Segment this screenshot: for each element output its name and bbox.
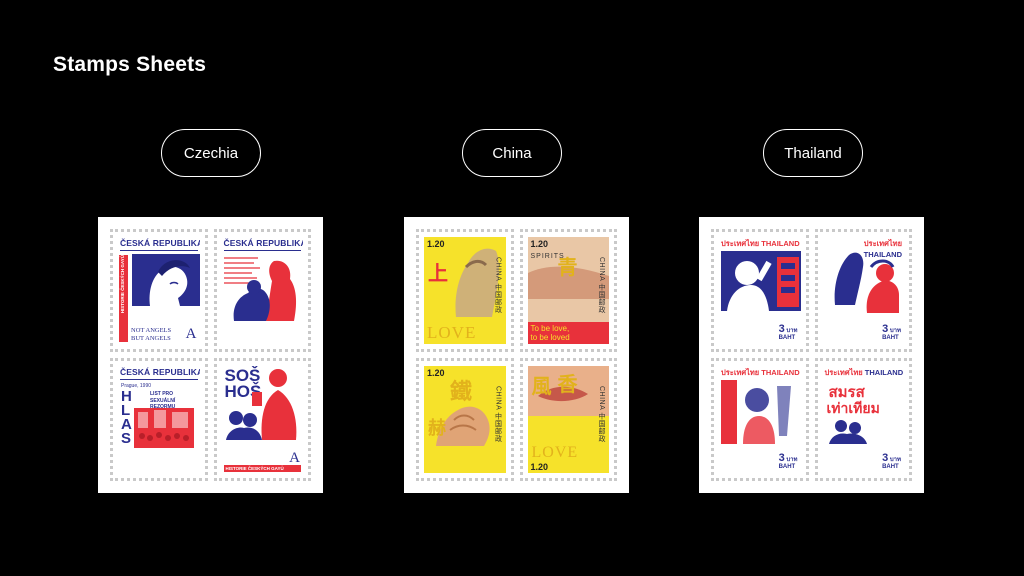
stamp-value: A <box>185 455 197 471</box>
value-unit-english: BAHT <box>778 335 796 341</box>
stamp-price: 1.20 <box>530 239 549 249</box>
calligraphy-glyph: 青 <box>557 255 578 279</box>
czechia-stamp-4[interactable]: SOŠ HOŠ HISTORIE ČESKÝCH GAYŮ A <box>213 358 311 481</box>
crowd-illustration <box>134 408 194 448</box>
czechia-stamp-2[interactable]: ČESKÁ REPUBLIKA A <box>213 229 311 352</box>
stamp-value: 3 บาท BAHT <box>882 323 901 342</box>
value-unit-thai: บาท <box>889 457 901 463</box>
caption-line-1: LIST PRO <box>150 391 174 397</box>
czechia-stamp-1[interactable]: ČESKÁ REPUBLIKA HISTORIE ČESKÝCH GAYŮ NO… <box>110 229 208 352</box>
stamp-country: CHINA 中国邮政 <box>598 257 605 314</box>
china-stamp-1[interactable]: 1.20 上 LOVE CHINA 中国邮政 <box>416 229 514 352</box>
slogan-line-1: NOT ANGELS <box>131 326 172 334</box>
stamp-price: 1.20 <box>427 368 445 378</box>
stamp-value: A <box>185 326 197 342</box>
stamp-price: 1.20 <box>427 239 445 249</box>
value-number: 3 <box>778 323 785 335</box>
stamp-value: A <box>289 450 300 466</box>
value-unit-english: BAHT <box>778 464 796 470</box>
love-text: LOVE <box>427 323 477 342</box>
china-stamp-4[interactable]: 風 香 LOVE 1.20 CHINA 中国邮政 <box>519 358 617 481</box>
value-number: 3 <box>882 452 889 464</box>
tab-czechia[interactable]: Czechia <box>161 129 261 177</box>
page-title: Stamps Sheets <box>53 53 207 76</box>
athletes-illustration <box>834 252 899 313</box>
drinking-figure-illustration <box>721 251 801 311</box>
couple-blue-illustration <box>225 411 262 440</box>
value-unit-english: BAHT <box>882 464 899 470</box>
portrait-illustration <box>132 254 200 306</box>
thailand-stamp-4[interactable]: ประเทศไทย THAILAND สมรส เท่าเทียม 3 บาท … <box>814 358 912 481</box>
value-number: 3 <box>778 452 785 464</box>
header-thai: ประเทศไทย <box>721 239 760 248</box>
title-line-2: เท่าเทียม <box>826 401 880 417</box>
china-stamp-3[interactable]: 1.20 鐵 赫 CHINA 中国邮政 <box>416 358 514 481</box>
caption-line-1: To be love, <box>530 324 570 333</box>
china-stamp-sheet[interactable]: 1.20 上 LOVE CHINA 中国邮政 1.20 SPIRITS 青 To… <box>404 217 629 493</box>
calligraphy-glyph: 赫 <box>428 418 446 439</box>
stamp-header: ČESKÁ REPUBLIKA <box>120 367 200 380</box>
czechia-stamp-sheet[interactable]: ČESKÁ REPUBLIKA HISTORIE ČESKÝCH GAYŮ NO… <box>98 217 323 493</box>
thailand-stamp-3[interactable]: ประเทศไทย THAILAND 3 บาท BAHT <box>711 358 809 481</box>
thailand-stamp-2[interactable]: ประเทศไทย THAILAND 3 บาท BAHT <box>814 229 912 352</box>
portrait-illustration <box>721 380 791 444</box>
value-unit-english: BAHT <box>882 335 899 341</box>
stamp-country: CHINA 中国邮政 <box>598 386 605 443</box>
value-unit-thai: บาท <box>889 328 901 334</box>
calligraphy-glyph: 風 <box>531 374 552 398</box>
value-unit-thai: บาท <box>786 328 798 334</box>
stamp-country: CHINA 中国邮政 <box>494 257 502 314</box>
tab-china[interactable]: China <box>462 129 562 177</box>
czechia-stamp-3[interactable]: ČESKÁ REPUBLIKA Prague, 1990 LIST PRO SE… <box>110 358 208 481</box>
header-thai: ประเทศไทย <box>824 368 863 377</box>
couple-illustration <box>233 260 296 321</box>
calligraphy-glyph: 香 <box>557 372 578 396</box>
header-english: THAILAND <box>864 368 904 377</box>
value-unit-thai: บาท <box>786 457 798 463</box>
calligraphy-glyph: 鐵 <box>450 379 473 405</box>
stamp-value: 3 บาท BAHT <box>778 452 798 471</box>
stamp-value: 3 บาท BAHT <box>778 323 798 342</box>
stamp-side-band: HISTORIE ČESKÝCH GAYŮ <box>119 255 128 342</box>
thailand-stamp-sheet[interactable]: ประเทศไทย THAILAND 3 บาท BAHT ประเทศไทย … <box>699 217 924 493</box>
stamp-header: ČESKÁ REPUBLIKA <box>223 238 303 251</box>
hlas-title: HLAS <box>121 388 132 447</box>
thailand-stamp-1[interactable]: ประเทศไทย THAILAND 3 บาท BAHT <box>711 229 809 352</box>
tab-thailand[interactable]: Thailand <box>763 129 863 177</box>
caption-line-2: to be loved <box>530 333 570 342</box>
stamp-price: 1.20 <box>530 462 549 472</box>
stamp-country: CHINA 中国邮政 <box>494 386 502 443</box>
value-number: 3 <box>882 323 889 335</box>
love-text: LOVE <box>531 444 579 461</box>
stamp-header: ČESKÁ REPUBLIKA <box>120 238 200 251</box>
stamp-side-text: HISTORIE ČESKÝCH GAYŮ <box>120 255 125 314</box>
header-english: THAILAND <box>761 239 800 248</box>
calligraphy-glyph: 上 <box>428 261 448 285</box>
stamp-value: 3 บาท BAHT <box>882 452 901 471</box>
slogan-line-2: BUT ANGELS <box>131 334 171 342</box>
stamp-value: A <box>289 326 300 342</box>
couple-illustration <box>828 420 867 444</box>
china-stamp-2[interactable]: 1.20 SPIRITS 青 To be love, to be loved C… <box>519 229 617 352</box>
